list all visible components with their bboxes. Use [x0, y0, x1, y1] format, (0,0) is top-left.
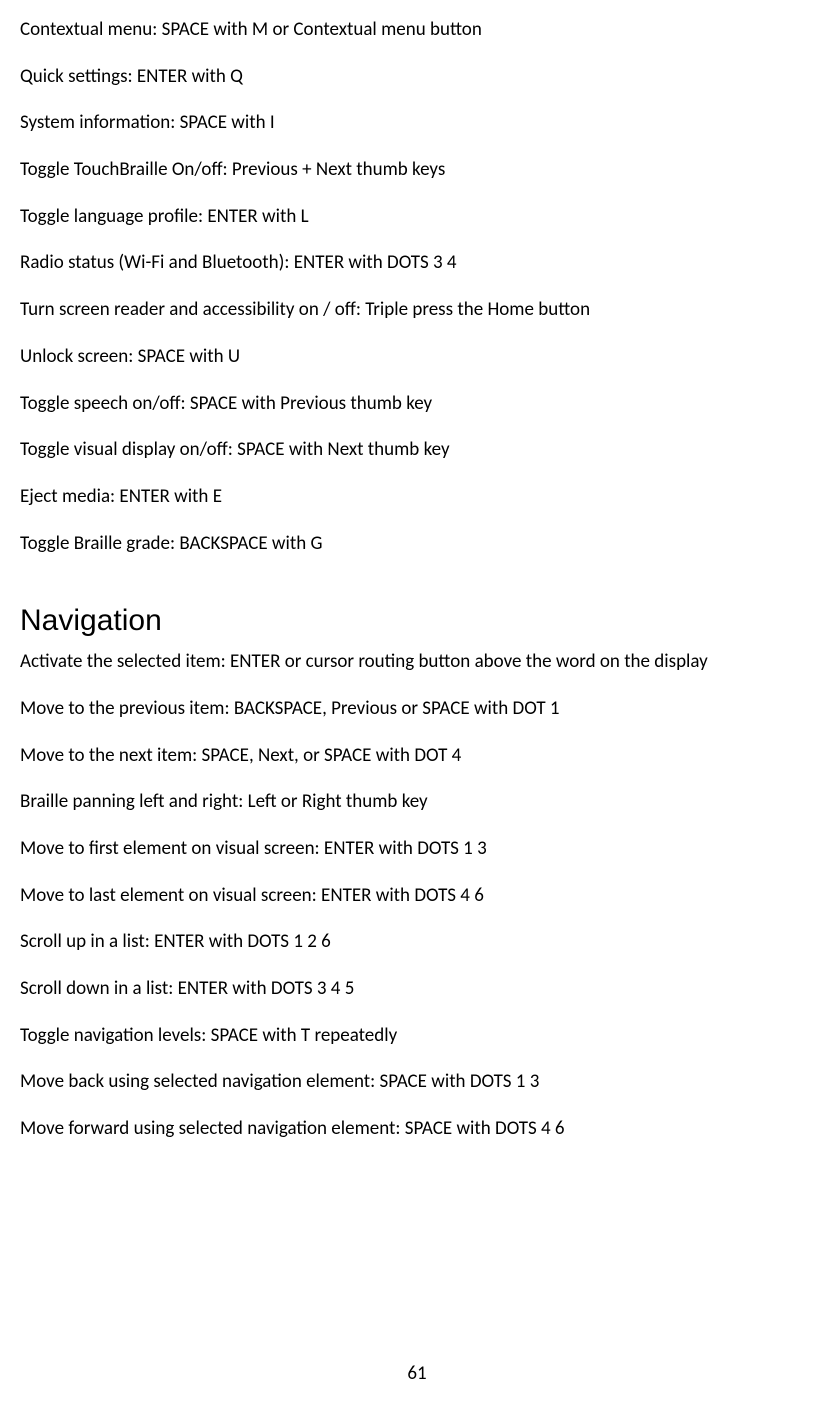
- shortcut-item: Scroll down in a list: ENTER with DOTS 3…: [20, 977, 814, 1002]
- shortcut-item: Toggle TouchBraille On/off: Previous + N…: [20, 158, 814, 183]
- section-2: Activate the selected item: ENTER or cur…: [20, 650, 814, 1142]
- shortcut-item: Toggle navigation levels: SPACE with T r…: [20, 1024, 814, 1049]
- shortcut-item: Move to the next item: SPACE, Next, or S…: [20, 744, 814, 769]
- navigation-heading: Navigation: [20, 604, 814, 638]
- shortcut-item: Toggle speech on/off: SPACE with Previou…: [20, 392, 814, 417]
- shortcut-item: Contextual menu: SPACE with M or Context…: [20, 18, 814, 43]
- shortcut-item: Toggle visual display on/off: SPACE with…: [20, 438, 814, 463]
- page-number: 61: [0, 1362, 834, 1385]
- shortcut-item: Move forward using selected navigation e…: [20, 1117, 814, 1142]
- shortcut-item: Turn screen reader and accessibility on …: [20, 298, 814, 323]
- shortcut-item: Braille panning left and right: Left or …: [20, 790, 814, 815]
- shortcut-item: System information: SPACE with I: [20, 111, 814, 136]
- shortcut-item: Toggle Braille grade: BACKSPACE with G: [20, 532, 814, 557]
- shortcut-item: Eject media: ENTER with E: [20, 485, 814, 510]
- shortcut-item: Quick settings: ENTER with Q: [20, 65, 814, 90]
- shortcut-item: Move to the previous item: BACKSPACE, Pr…: [20, 697, 814, 722]
- shortcut-item: Radio status (Wi-Fi and Bluetooth): ENTE…: [20, 251, 814, 276]
- shortcut-item: Unlock screen: SPACE with U: [20, 345, 814, 370]
- shortcut-item: Move to first element on visual screen: …: [20, 837, 814, 862]
- section-1: Contextual menu: SPACE with M or Context…: [20, 18, 814, 556]
- shortcut-item: Move back using selected navigation elem…: [20, 1070, 814, 1095]
- shortcut-item: Move to last element on visual screen: E…: [20, 884, 814, 909]
- shortcut-item: Toggle language profile: ENTER with L: [20, 205, 814, 230]
- shortcut-item: Scroll up in a list: ENTER with DOTS 1 2…: [20, 930, 814, 955]
- shortcut-item: Activate the selected item: ENTER or cur…: [20, 650, 814, 675]
